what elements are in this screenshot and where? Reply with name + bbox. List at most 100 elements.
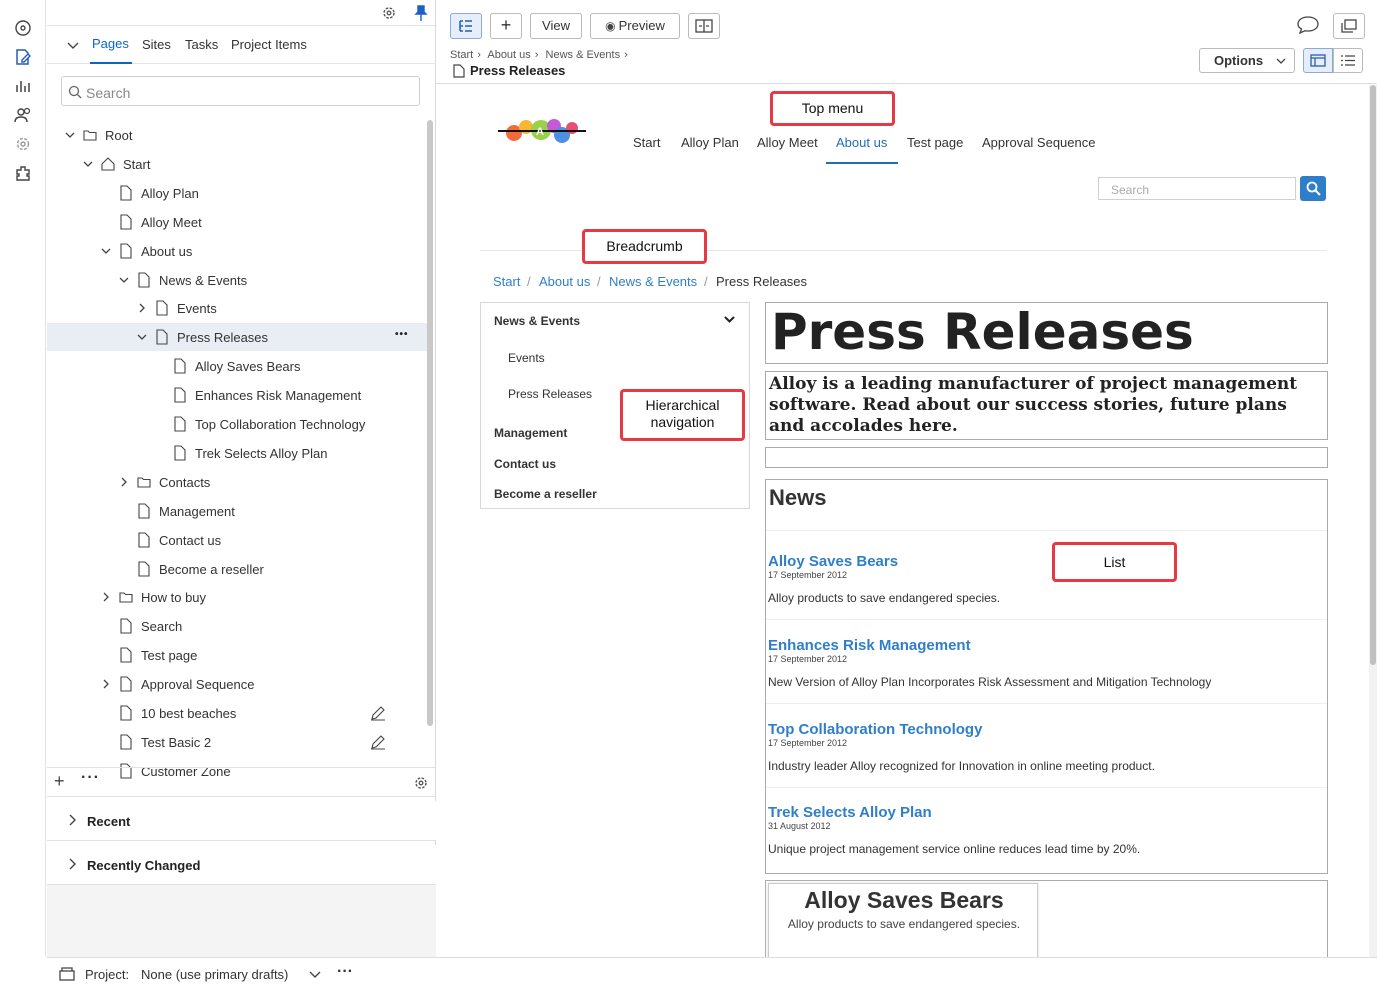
tree-row[interactable]: Search <box>47 612 428 640</box>
pane-settings-icon[interactable] <box>380 4 398 22</box>
recently-changed-section[interactable]: Recently Changed <box>47 845 436 885</box>
reports-icon[interactable] <box>13 76 33 96</box>
chevron-down-icon[interactable] <box>119 275 129 285</box>
news-item-title[interactable]: Top Collaboration Technology <box>768 721 982 738</box>
tree-row[interactable]: Test Basic 2 <box>47 728 428 756</box>
subnav-item-management[interactable]: Management <box>494 426 567 440</box>
tree-scrollbar[interactable] <box>427 120 433 726</box>
tree-row[interactable]: Root <box>47 121 428 149</box>
chevron-down-icon[interactable] <box>83 159 93 169</box>
pencil-icon[interactable] <box>370 705 386 721</box>
tab-tasks[interactable]: Tasks <box>185 37 218 52</box>
tree-row[interactable]: Press Releases ••• <box>47 323 428 352</box>
tab-sites[interactable]: Sites <box>142 37 171 52</box>
chevron-down-icon[interactable] <box>137 332 147 342</box>
tree-row[interactable]: Start <box>47 150 428 178</box>
tree-row[interactable]: Alloy Saves Bears <box>47 352 428 380</box>
options-button[interactable]: Options <box>1199 48 1295 73</box>
compass-icon[interactable] <box>13 18 33 38</box>
tree-row[interactable]: Top Collaboration Technology <box>47 410 428 438</box>
pencil-icon[interactable] <box>370 734 386 750</box>
comments-icon[interactable] <box>1296 15 1320 35</box>
pin-icon[interactable] <box>413 4 429 22</box>
preview-scroll-thumb[interactable] <box>1370 85 1376 665</box>
view-button[interactable]: View <box>530 13 582 39</box>
breadcrumb-link[interactable]: About us <box>539 274 590 289</box>
addons-icon[interactable] <box>13 163 33 183</box>
tree-row[interactable]: Approval Sequence <box>47 670 428 698</box>
row-more-icon[interactable]: ••• <box>395 329 409 340</box>
tab-project-items[interactable]: Project Items <box>231 37 307 52</box>
subnav-item-contact-us[interactable]: Contact us <box>494 457 556 471</box>
users-icon[interactable] <box>13 105 33 125</box>
tab-pages[interactable]: Pages <box>92 36 129 51</box>
tree-row[interactable]: Contact us <box>47 526 428 554</box>
tree-row[interactable]: News & Events <box>47 266 428 294</box>
subnav-heading[interactable]: News & Events <box>494 314 580 328</box>
site-search-input[interactable]: Search <box>1098 177 1296 200</box>
crumb-start[interactable]: Start <box>450 49 473 61</box>
tree-row[interactable]: Management <box>47 497 428 525</box>
intro-block[interactable]: Alloy is a leading manufacturer of proje… <box>765 371 1328 440</box>
add-content-button[interactable]: + <box>490 13 522 39</box>
compare-button[interactable] <box>688 13 720 39</box>
breadcrumb-link[interactable]: News & Events <box>609 274 697 289</box>
tree-row[interactable]: Test page <box>47 641 428 669</box>
edit-pages-icon[interactable] <box>13 47 33 67</box>
tree-row[interactable]: Enhances Risk Management <box>47 381 428 409</box>
project-selector[interactable]: None (use primary drafts) <box>141 967 288 982</box>
chevron-down-icon[interactable] <box>65 130 75 140</box>
menu-item-start[interactable]: Start <box>633 135 660 150</box>
menu-item-alloy-plan[interactable]: Alloy Plan <box>681 135 739 150</box>
crumb-news-events[interactable]: News & Events <box>546 49 621 61</box>
tree-row[interactable]: Alloy Plan <box>47 179 428 207</box>
menu-item-about-us[interactable]: About us <box>836 135 887 150</box>
tree-row[interactable]: 10 best beaches <box>47 699 428 727</box>
news-item-title[interactable]: Alloy Saves Bears <box>768 553 898 570</box>
settings-icon[interactable] <box>13 134 33 154</box>
chevron-right-icon[interactable] <box>101 679 111 689</box>
project-more-icon[interactable]: ··· <box>337 963 353 981</box>
tree-row[interactable]: Contacts <box>47 468 428 496</box>
more-options-icon[interactable]: ··· <box>81 769 100 787</box>
collapse-chevron-icon[interactable] <box>67 42 79 50</box>
chevron-down-icon[interactable] <box>309 971 321 979</box>
chevron-right-icon[interactable] <box>137 303 147 313</box>
all-properties-view-button[interactable] <box>1333 48 1363 73</box>
menu-item-test-page[interactable]: Test page <box>907 135 963 150</box>
menu-item-alloy-meet[interactable]: Alloy Meet <box>757 135 818 150</box>
tree-row[interactable]: How to buy <box>47 583 428 611</box>
tree-row[interactable]: Events <box>47 294 428 322</box>
tree-search-input[interactable]: Search <box>61 76 420 106</box>
teaser-area[interactable]: Alloy Saves Bears Alloy products to save… <box>765 880 1328 957</box>
menu-item-approval-sequence[interactable]: Approval Sequence <box>982 135 1095 150</box>
tree-row[interactable]: About us <box>47 237 428 265</box>
tree-row[interactable]: Trek Selects Alloy Plan <box>47 439 428 467</box>
alloy-logo[interactable]: A <box>496 113 591 151</box>
on-page-edit-view-button[interactable] <box>1303 48 1333 73</box>
subnav-item-become-reseller[interactable]: Become a reseller <box>494 487 597 501</box>
chevron-down-icon[interactable] <box>101 246 111 256</box>
toggle-navigation-button[interactable] <box>450 13 482 39</box>
news-item-title[interactable]: Enhances Risk Management <box>768 637 971 654</box>
chevron-right-icon[interactable] <box>101 592 111 602</box>
preview-scrollbar[interactable] <box>1369 85 1377 957</box>
breadcrumb-link[interactable]: Start <box>493 274 520 289</box>
subnav-item-events[interactable]: Events <box>508 351 545 365</box>
site-search-button[interactable] <box>1300 176 1326 201</box>
subnav-item-press-releases[interactable]: Press Releases <box>508 387 592 401</box>
chevron-down-icon[interactable] <box>724 316 735 324</box>
tree-row[interactable]: Become a reseller <box>47 555 428 583</box>
add-page-icon[interactable]: + <box>54 771 65 792</box>
preview-button[interactable]: ◉ Preview <box>590 13 680 39</box>
recent-section[interactable]: Recent <box>47 801 436 841</box>
crumb-about-us[interactable]: About us <box>487 49 530 61</box>
empty-content-area[interactable] <box>765 447 1328 468</box>
tree-settings-icon[interactable] <box>412 774 430 792</box>
page-heading-block[interactable]: Press Releases <box>765 302 1328 364</box>
news-item-title[interactable]: Trek Selects Alloy Plan <box>768 804 932 821</box>
teaser-block[interactable]: Alloy Saves Bears Alloy products to save… <box>768 883 1038 957</box>
tree-row[interactable]: Alloy Meet <box>47 208 428 236</box>
chevron-right-icon[interactable] <box>119 477 129 487</box>
toggle-assets-button[interactable] <box>1333 13 1365 39</box>
